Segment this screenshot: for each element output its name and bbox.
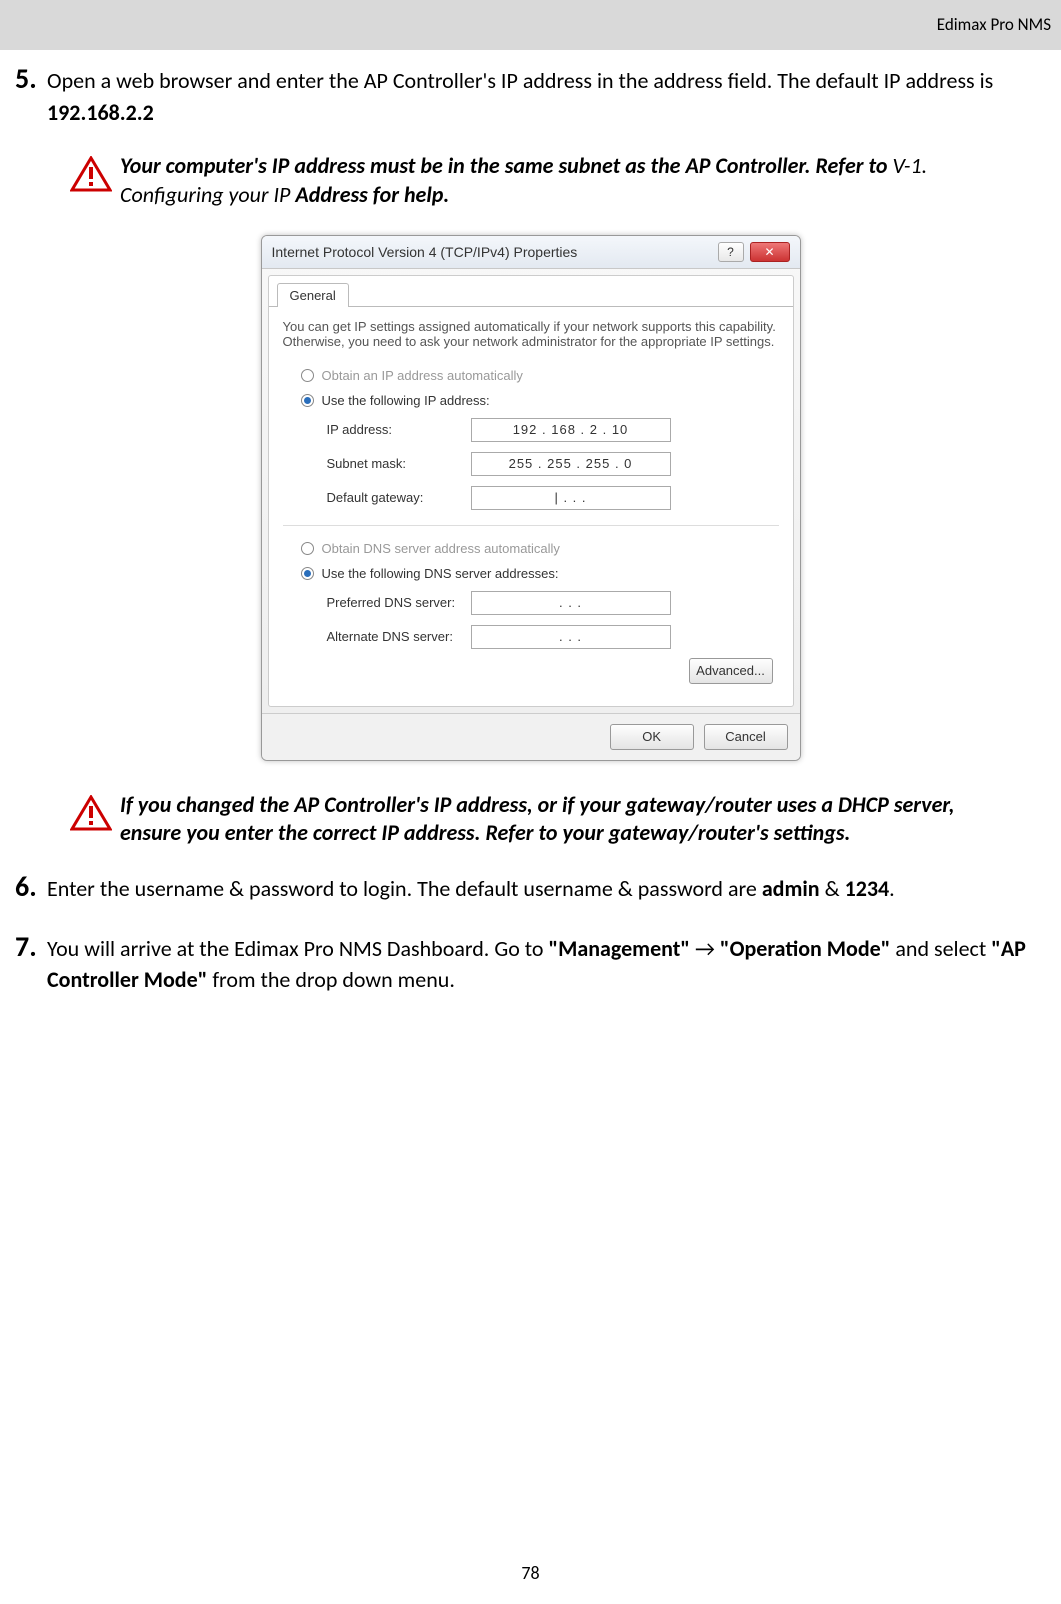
warning-icon [70,156,112,192]
dialog-title: Internet Protocol Version 4 (TCP/IPv4) P… [272,244,578,260]
tab-general[interactable]: General [277,283,349,307]
step-7: 7.You will arrive at the Edimax Pro NMS … [15,928,1046,995]
label-preferred-dns: Preferred DNS server: [301,595,471,610]
step-5-text: Open a web browser and enter the AP Cont… [47,67,993,94]
help-button[interactable]: ? [718,242,744,262]
cancel-button[interactable]: Cancel [704,724,788,750]
ok-button[interactable]: OK [610,724,694,750]
input-alternate-dns[interactable]: . . . [471,625,671,649]
radio-use-following-ip[interactable]: Use the following IP address: [283,388,779,413]
input-preferred-dns[interactable]: . . . [471,591,671,615]
radio-icon [301,542,314,555]
step-7-number: 7. [15,928,47,966]
arrow-icon: → [690,935,720,962]
step-5: 5.Open a web browser and enter the AP Co… [15,60,1046,127]
dialog-description: You can get IP settings assigned automat… [283,319,779,349]
input-subnet-mask[interactable]: 255 . 255 . 255 . 0 [471,452,671,476]
close-button[interactable]: ✕ [750,242,790,262]
step-5-ip: 192.168.2.2 [47,99,154,126]
advanced-button[interactable]: Advanced... [689,658,773,684]
radio-use-following-dns[interactable]: Use the following DNS server addresses: [283,561,779,586]
step-7-management: "Management" [549,935,691,962]
step-6-password: 1234 [845,875,890,902]
radio-obtain-dns-auto[interactable]: Obtain DNS server address automatically [283,536,779,561]
label-ip-address: IP address: [301,422,471,437]
radio-icon [301,369,314,382]
step-7-opmode: "Operation Mode" [720,935,890,962]
doc-header: Edimax Pro NMS [0,0,1061,50]
step-7-text-a: You will arrive at the Edimax Pro NMS Da… [47,935,549,962]
step-6-number: 6. [15,868,47,906]
dialog-footer: OK Cancel [262,713,800,760]
radio-icon [301,567,314,580]
step-6-admin: admin [762,875,820,902]
radio-obtain-ip-auto[interactable]: Obtain an IP address automatically [283,363,779,388]
note-2-text: If you changed the AP Controller's IP ad… [120,791,1011,848]
input-ip-address[interactable]: 192 . 168 . 2 . 10 [471,418,671,442]
step-6-text: Enter the username & password to login. … [47,875,762,902]
step-5-number: 5. [15,60,47,98]
label-default-gateway: Default gateway: [301,490,471,505]
note-1: Your computer's IP address must be in th… [70,152,1011,209]
note-2: If you changed the AP Controller's IP ad… [70,791,1011,848]
dialog-titlebar: Internet Protocol Version 4 (TCP/IPv4) P… [262,236,800,269]
warning-icon [70,795,112,831]
label-subnet-mask: Subnet mask: [301,456,471,471]
note-1-text: Your computer's IP address must be in th… [120,152,1011,209]
input-default-gateway[interactable]: | . . . [471,486,671,510]
ipv4-properties-dialog: Internet Protocol Version 4 (TCP/IPv4) P… [261,235,801,761]
step-6: 6.Enter the username & password to login… [15,868,1046,906]
radio-icon [301,394,314,407]
dialog-body: General You can get IP settings assigned… [268,275,794,707]
page-number: 78 [0,1562,1061,1584]
label-alternate-dns: Alternate DNS server: [301,629,471,644]
